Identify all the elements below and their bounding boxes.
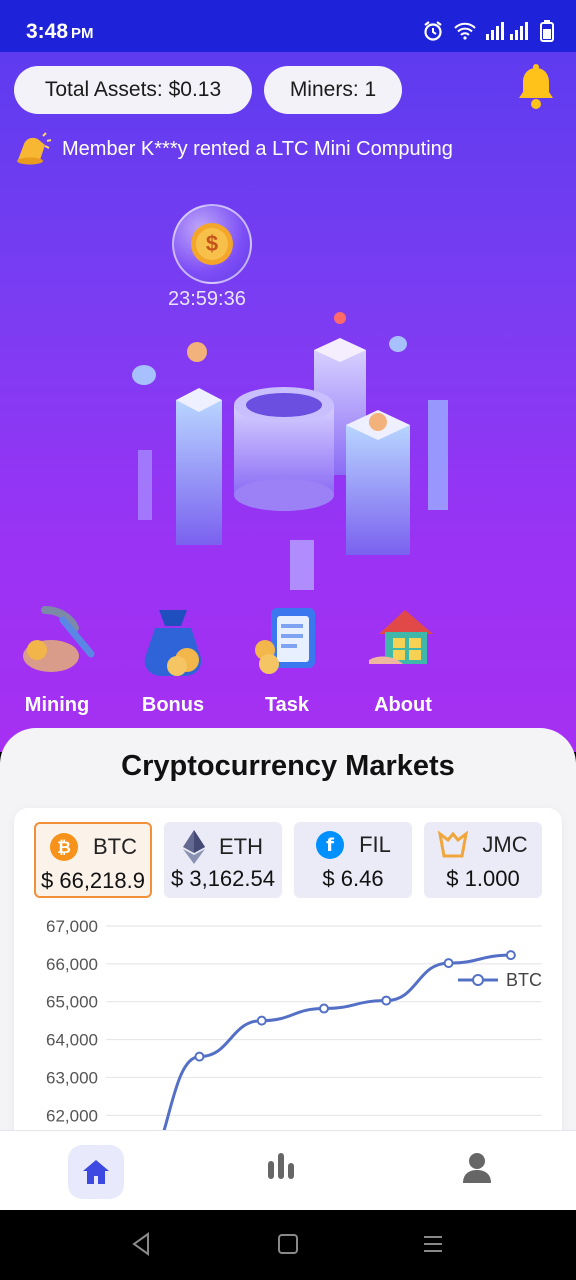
y-tick-label: 62,000: [46, 1106, 98, 1125]
hero-section: Total Assets: $0.13 Miners: 1 Member K**…: [0, 52, 576, 752]
nav-profile[interactable]: [462, 1151, 492, 1188]
data-point: [319, 1003, 329, 1014]
menu-icon[interactable]: [422, 1232, 444, 1256]
feature-bonus[interactable]: Bonus: [118, 600, 228, 717]
legend-marker: [472, 974, 484, 986]
total-assets-pill[interactable]: Total Assets: $0.13: [14, 66, 252, 114]
y-tick-label: 63,000: [46, 1068, 98, 1087]
coin-symbol: BTC: [93, 834, 137, 859]
home-icon: [83, 1160, 109, 1184]
y-tick-label: 67,000: [46, 917, 98, 936]
coin-symbol: ETH: [219, 834, 263, 859]
feature-bonus-label: Bonus: [141, 694, 205, 716]
countdown-timer: 23:59:36: [168, 288, 246, 310]
reward-coin-bubble[interactable]: $: [172, 204, 252, 284]
bar-chart-icon: [268, 1153, 294, 1179]
pickaxe-icon: [23, 606, 95, 672]
feature-task-label: Task: [264, 694, 310, 716]
notice-text: Member K***y rented a LTC Mini Computing: [62, 137, 453, 160]
feature-task[interactable]: Task: [232, 600, 342, 717]
coin-tab-eth[interactable]: ETH $ 3,162.54: [164, 822, 282, 898]
coin-price: $ 66,218.9: [41, 868, 145, 893]
miners-pill[interactable]: Miners: 1: [264, 66, 402, 114]
coin-price: $ 1.000: [446, 866, 520, 891]
coin-symbol: JMC: [482, 832, 528, 857]
svg-text:$: $: [206, 231, 218, 256]
mining-city-illustration: [132, 312, 448, 590]
y-tick-label: 64,000: [46, 1031, 98, 1050]
back-icon[interactable]: [130, 1232, 152, 1256]
status-bar: 3:48 PM: [0, 0, 576, 52]
alarm-icon: [424, 21, 442, 41]
coin-symbol: FIL: [359, 832, 391, 857]
status-time: 3:48 PM: [26, 20, 94, 43]
user-icon: [463, 1153, 491, 1183]
svg-text:₿: ₿: [57, 838, 71, 857]
data-point: [256, 1015, 267, 1026]
house-icon: [369, 610, 433, 664]
coin-tab-jmc[interactable]: JMC $ 1.000: [424, 822, 542, 898]
coin-price: $ 6.46: [322, 866, 384, 891]
coin-tab-fil[interactable]: f FIL $ 6.46: [294, 822, 412, 898]
y-tick-label: 65,000: [46, 993, 98, 1012]
wifi-icon: [454, 22, 476, 40]
feature-mining[interactable]: Mining: [2, 600, 112, 717]
bitcoin-icon: ₿: [50, 833, 78, 861]
bottom-nav: [0, 1130, 576, 1210]
nav-statistics[interactable]: [266, 1153, 296, 1184]
money-bag-icon: [144, 610, 202, 676]
notice-bar: Member K***y rented a LTC Mini Computing: [14, 132, 453, 166]
jmc-icon: [438, 830, 469, 858]
ethereum-icon: [183, 830, 205, 864]
coin-tab-btc[interactable]: ₿ BTC $ 66,218.9: [34, 822, 152, 898]
feature-mining-label: Mining: [24, 694, 90, 716]
battery-icon: [540, 20, 554, 42]
announcement-bell-icon: [17, 132, 52, 165]
legend-label: BTC: [506, 970, 542, 990]
notification-bell-icon[interactable]: [516, 64, 556, 110]
filecoin-icon: f: [316, 831, 345, 859]
clipboard-icon: [255, 608, 315, 674]
data-point: [381, 995, 392, 1006]
data-point: [194, 1051, 205, 1062]
coin-price: $ 3,162.54: [171, 866, 275, 891]
feature-about[interactable]: About: [348, 600, 458, 717]
home-button-icon[interactable]: [277, 1232, 299, 1256]
feature-about-label: About: [374, 694, 432, 716]
system-nav-bar: [0, 1210, 576, 1280]
signal-icon: [486, 22, 528, 40]
svg-text:f: f: [326, 835, 334, 856]
y-tick-label: 66,000: [46, 955, 98, 974]
data-point: [443, 958, 454, 969]
nav-home[interactable]: [68, 1145, 124, 1199]
data-point: [505, 950, 516, 961]
dollar-coin-icon: $: [191, 223, 233, 265]
status-icons: [422, 20, 554, 42]
feature-shortcuts: Mining Bonus Task About: [0, 600, 576, 720]
markets-title: Cryptocurrency Markets: [121, 750, 455, 782]
